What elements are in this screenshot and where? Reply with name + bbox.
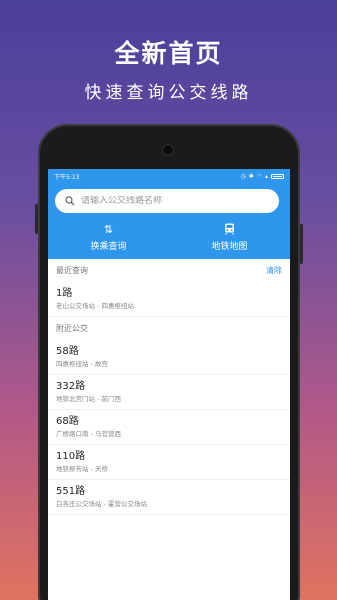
nearby-route-item[interactable]: 332路 地铁北宫门站 - 前门西 [48,375,290,410]
nearby-header: 附近公交 [48,317,290,340]
camera-icon [162,144,174,156]
quick-actions: ⇅ 换乘查询 地铁地图 [48,223,290,252]
subway-map-button[interactable]: 地铁地图 [169,223,290,252]
route-name: 110路 [56,451,86,462]
clear-button[interactable]: 清除 [266,265,282,276]
route-name: 58路 [56,346,79,357]
promo-title: 全新首页 [114,39,223,68]
nearby-route-item[interactable]: 58路 四惠枢纽站 - 故宫 [48,340,290,375]
recent-title: 最近查询 [56,266,88,275]
app-screen: 下午5:13 ◷ ✱ ◠ ▴ ⇅ 换乘查询 [48,169,290,600]
nearby-title: 附近公交 [56,324,88,333]
route-desc: 广桥路口南 - 马官营西 [56,430,121,438]
recent-route-item[interactable]: 1路 老山公交场站 - 四惠枢纽站 [48,282,290,317]
signal-icon: ▴ [264,172,268,180]
subway-map-label: 地铁地图 [211,242,248,252]
route-desc: 地铁柳芳站 - 天桥 [56,465,108,473]
phone-side-button [35,204,38,234]
route-name: 68路 [56,416,79,427]
search-icon [65,196,75,206]
transfer-query-button[interactable]: ⇅ 换乘查询 [48,223,169,252]
status-icons: ◷ ✱ ◠ ▴ [240,173,284,180]
route-desc: 白各庄公交场站 - 霍营公交场站 [56,500,147,508]
route-desc: 四惠枢纽站 - 故宫 [56,360,108,368]
phone-side-button [300,224,303,264]
wifi-icon: ◠ [256,172,262,180]
battery-icon [271,173,284,179]
transfer-icon: ⇅ [103,223,114,236]
search-bar[interactable] [55,189,279,213]
route-name: 551路 [56,486,86,497]
status-time: 下午5:13 [54,173,80,181]
route-name: 1路 [56,288,73,299]
header-area: 下午5:13 ◷ ✱ ◠ ▴ ⇅ 换乘查询 [48,169,290,259]
nearby-route-item[interactable]: 68路 广桥路口南 - 马官营西 [48,410,290,445]
search-input[interactable] [81,196,261,206]
route-desc: 老山公交场站 - 四惠枢纽站 [56,302,134,310]
nearby-route-item[interactable]: 551路 白各庄公交场站 - 霍营公交场站 [48,480,290,515]
phone-frame: 下午5:13 ◷ ✱ ◠ ▴ ⇅ 换乘查询 [35,124,303,600]
nearby-route-item[interactable]: 110路 地铁柳芳站 - 天桥 [48,445,290,480]
route-name: 332路 [56,381,86,392]
promo-subtitle: 快速查询公交线路 [84,83,253,103]
route-desc: 地铁北宫门站 - 前门西 [56,395,121,403]
recent-header: 最近查询 清除 [48,259,290,282]
bluetooth-icon: ✱ [248,172,254,180]
alarm-icon: ◷ [240,172,246,180]
subway-icon [224,223,235,236]
status-bar: 下午5:13 ◷ ✱ ◠ ▴ [48,169,290,183]
transfer-query-label: 换乘查询 [90,242,127,252]
